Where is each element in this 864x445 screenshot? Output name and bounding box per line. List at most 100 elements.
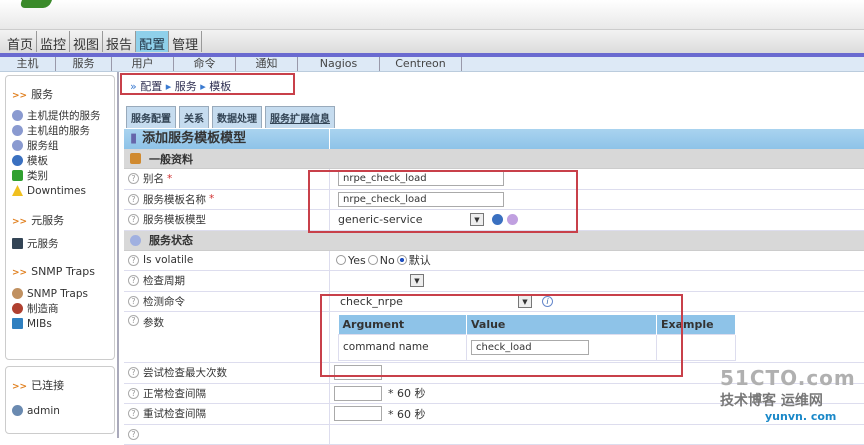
tab-service-config[interactable]: 服务配置 xyxy=(126,106,176,128)
sidebar-item-label: admin xyxy=(27,405,60,417)
field-label: 重试检查间隔 xyxy=(143,406,206,421)
help-icon[interactable]: ? xyxy=(128,429,139,440)
sidebar-item-admin[interactable]: admin xyxy=(12,403,108,418)
nav-home[interactable]: 首页 xyxy=(4,31,37,52)
user-icon xyxy=(12,405,23,416)
subnav-nagios[interactable]: Nagios xyxy=(298,57,380,71)
sidebar-item-servicegroups[interactable]: 服务组 xyxy=(12,138,108,153)
breadcrumb-config[interactable]: 配置 xyxy=(140,80,162,93)
subnav-commands[interactable]: 命令 xyxy=(174,57,236,71)
help-icon[interactable]: ? xyxy=(128,214,139,225)
breadcrumb-templates[interactable]: 模板 xyxy=(209,80,231,93)
sidebar-item-label: 制造商 xyxy=(27,301,59,316)
dropdown-arrow-icon[interactable]: ▼ xyxy=(410,274,424,287)
sidebar-menu: >>服务 主机提供的服务 主机组的服务 服务组 模板 类别 Downtimes … xyxy=(5,75,115,360)
sidebar-item-label: 主机提供的服务 xyxy=(27,108,101,123)
main-nav: 首页 监控 视图 报告 配置 管理 xyxy=(0,30,864,53)
radio-default[interactable] xyxy=(397,255,407,265)
form-icon: ▮ xyxy=(130,131,137,146)
sidebar-item-label: 服务组 xyxy=(27,138,59,153)
nav-reports[interactable]: 报告 xyxy=(103,31,136,52)
sidebar-item-meta-services[interactable]: 元服务 xyxy=(12,236,108,251)
sidebar-connected: >>已连接 admin xyxy=(5,366,115,434)
field-label: 服务模板名称 xyxy=(143,192,206,207)
form-title-bar: ▮ 添加服务模板模型 xyxy=(124,129,864,149)
info-gear-icon xyxy=(12,155,23,166)
gear-icon xyxy=(12,110,23,121)
retry-interval-input[interactable] xyxy=(334,406,382,421)
sidebar-item-hostgroup-services[interactable]: 主机组的服务 xyxy=(12,123,108,138)
radio-label: Yes xyxy=(348,254,366,267)
nav-config[interactable]: 配置 xyxy=(136,31,169,52)
help-icon[interactable]: ? xyxy=(128,275,139,286)
sidebar-splitter[interactable] xyxy=(117,72,119,438)
help-icon[interactable]: ? xyxy=(128,388,139,399)
sidebar-item-host-services[interactable]: 主机提供的服务 xyxy=(12,108,108,123)
highlight-box xyxy=(320,294,683,377)
help-icon[interactable]: ? xyxy=(128,367,139,378)
sidebar-heading-services: 服务 xyxy=(31,88,53,101)
tab-relations[interactable]: 关系 xyxy=(179,106,209,128)
sidebar-item-label: 主机组的服务 xyxy=(27,123,90,138)
sidebar-item-mibs[interactable]: MIBs xyxy=(12,316,108,331)
warning-icon xyxy=(12,185,23,196)
help-icon[interactable]: ? xyxy=(128,315,139,326)
field-label: 参数 xyxy=(143,315,164,330)
normal-interval-input[interactable] xyxy=(334,386,382,401)
form-tabs: 服务配置 关系 数据处理 服务扩展信息 xyxy=(126,106,335,128)
gear-icon xyxy=(130,235,141,246)
sidebar-item-label: 模板 xyxy=(27,153,48,168)
subnav-services[interactable]: 服务 xyxy=(56,57,112,71)
breadcrumb-services[interactable]: 服务 xyxy=(175,80,197,93)
subnav-hosts[interactable]: 主机 xyxy=(0,57,56,71)
sidebar-item-templates[interactable]: 模板 xyxy=(12,153,108,168)
subnav-users[interactable]: 用户 xyxy=(112,57,174,71)
field-label: 检测命令 xyxy=(143,294,185,309)
breadcrumb: » 配置 ▸ 服务 ▸ 模板 xyxy=(120,73,295,95)
section-general: 一般资料 xyxy=(124,149,864,169)
highlight-box xyxy=(308,170,578,233)
form-title: 添加服务模板模型 xyxy=(142,131,246,146)
header xyxy=(0,0,864,30)
sidebar-item-label: 类别 xyxy=(27,168,48,183)
radio-no[interactable] xyxy=(368,255,378,265)
sidebar-item-downtimes[interactable]: Downtimes xyxy=(12,183,108,198)
help-icon[interactable]: ? xyxy=(128,255,139,266)
tab-data-processing[interactable]: 数据处理 xyxy=(212,106,262,128)
field-label: 别名 xyxy=(143,171,164,186)
gear-icon xyxy=(12,125,23,136)
tab-extended-info[interactable]: 服务扩展信息 xyxy=(265,106,335,128)
subnav-centreon[interactable]: Centreon xyxy=(380,57,462,71)
required-mark: * xyxy=(167,173,172,185)
sidebar-item-manufacturers[interactable]: 制造商 xyxy=(12,301,108,316)
cube-icon xyxy=(12,170,23,181)
sidebar-item-label: Downtimes xyxy=(27,185,86,197)
sidebar-item-label: SNMP Traps xyxy=(27,288,88,300)
nav-admin[interactable]: 管理 xyxy=(169,31,202,52)
radio-yes[interactable] xyxy=(336,255,346,265)
field-label: Is volatile xyxy=(143,254,193,266)
field-label: 检查周期 xyxy=(143,273,185,288)
field-label: 服务模板模型 xyxy=(143,212,206,227)
sidebar-item-categories[interactable]: 类别 xyxy=(12,168,108,183)
section-title: 服务状态 xyxy=(149,232,193,248)
help-icon[interactable]: ? xyxy=(128,296,139,307)
monitor-icon xyxy=(12,238,23,249)
radio-label: No xyxy=(380,254,395,267)
help-icon[interactable]: ? xyxy=(128,194,139,205)
funnel-icon xyxy=(12,288,23,299)
nav-views[interactable]: 视图 xyxy=(70,31,103,52)
required-mark: * xyxy=(209,193,214,205)
radio-label: 默认 xyxy=(409,252,431,268)
nav-monitor[interactable]: 监控 xyxy=(37,31,70,52)
sub-nav: 主机 服务 用户 命令 通知 Nagios Centreon xyxy=(0,57,864,72)
unit-label: * 60 秒 xyxy=(388,406,426,422)
help-icon[interactable]: ? xyxy=(128,173,139,184)
row-partial: ? xyxy=(124,425,864,445)
row-check-period: ? 检查周期 ▼ xyxy=(124,271,864,292)
subnav-notifications[interactable]: 通知 xyxy=(236,57,298,71)
help-icon[interactable]: ? xyxy=(128,408,139,419)
field-label: 正常检查间隔 xyxy=(143,386,206,401)
clipboard-icon xyxy=(130,153,141,164)
sidebar-item-snmp-traps[interactable]: SNMP Traps xyxy=(12,286,108,301)
